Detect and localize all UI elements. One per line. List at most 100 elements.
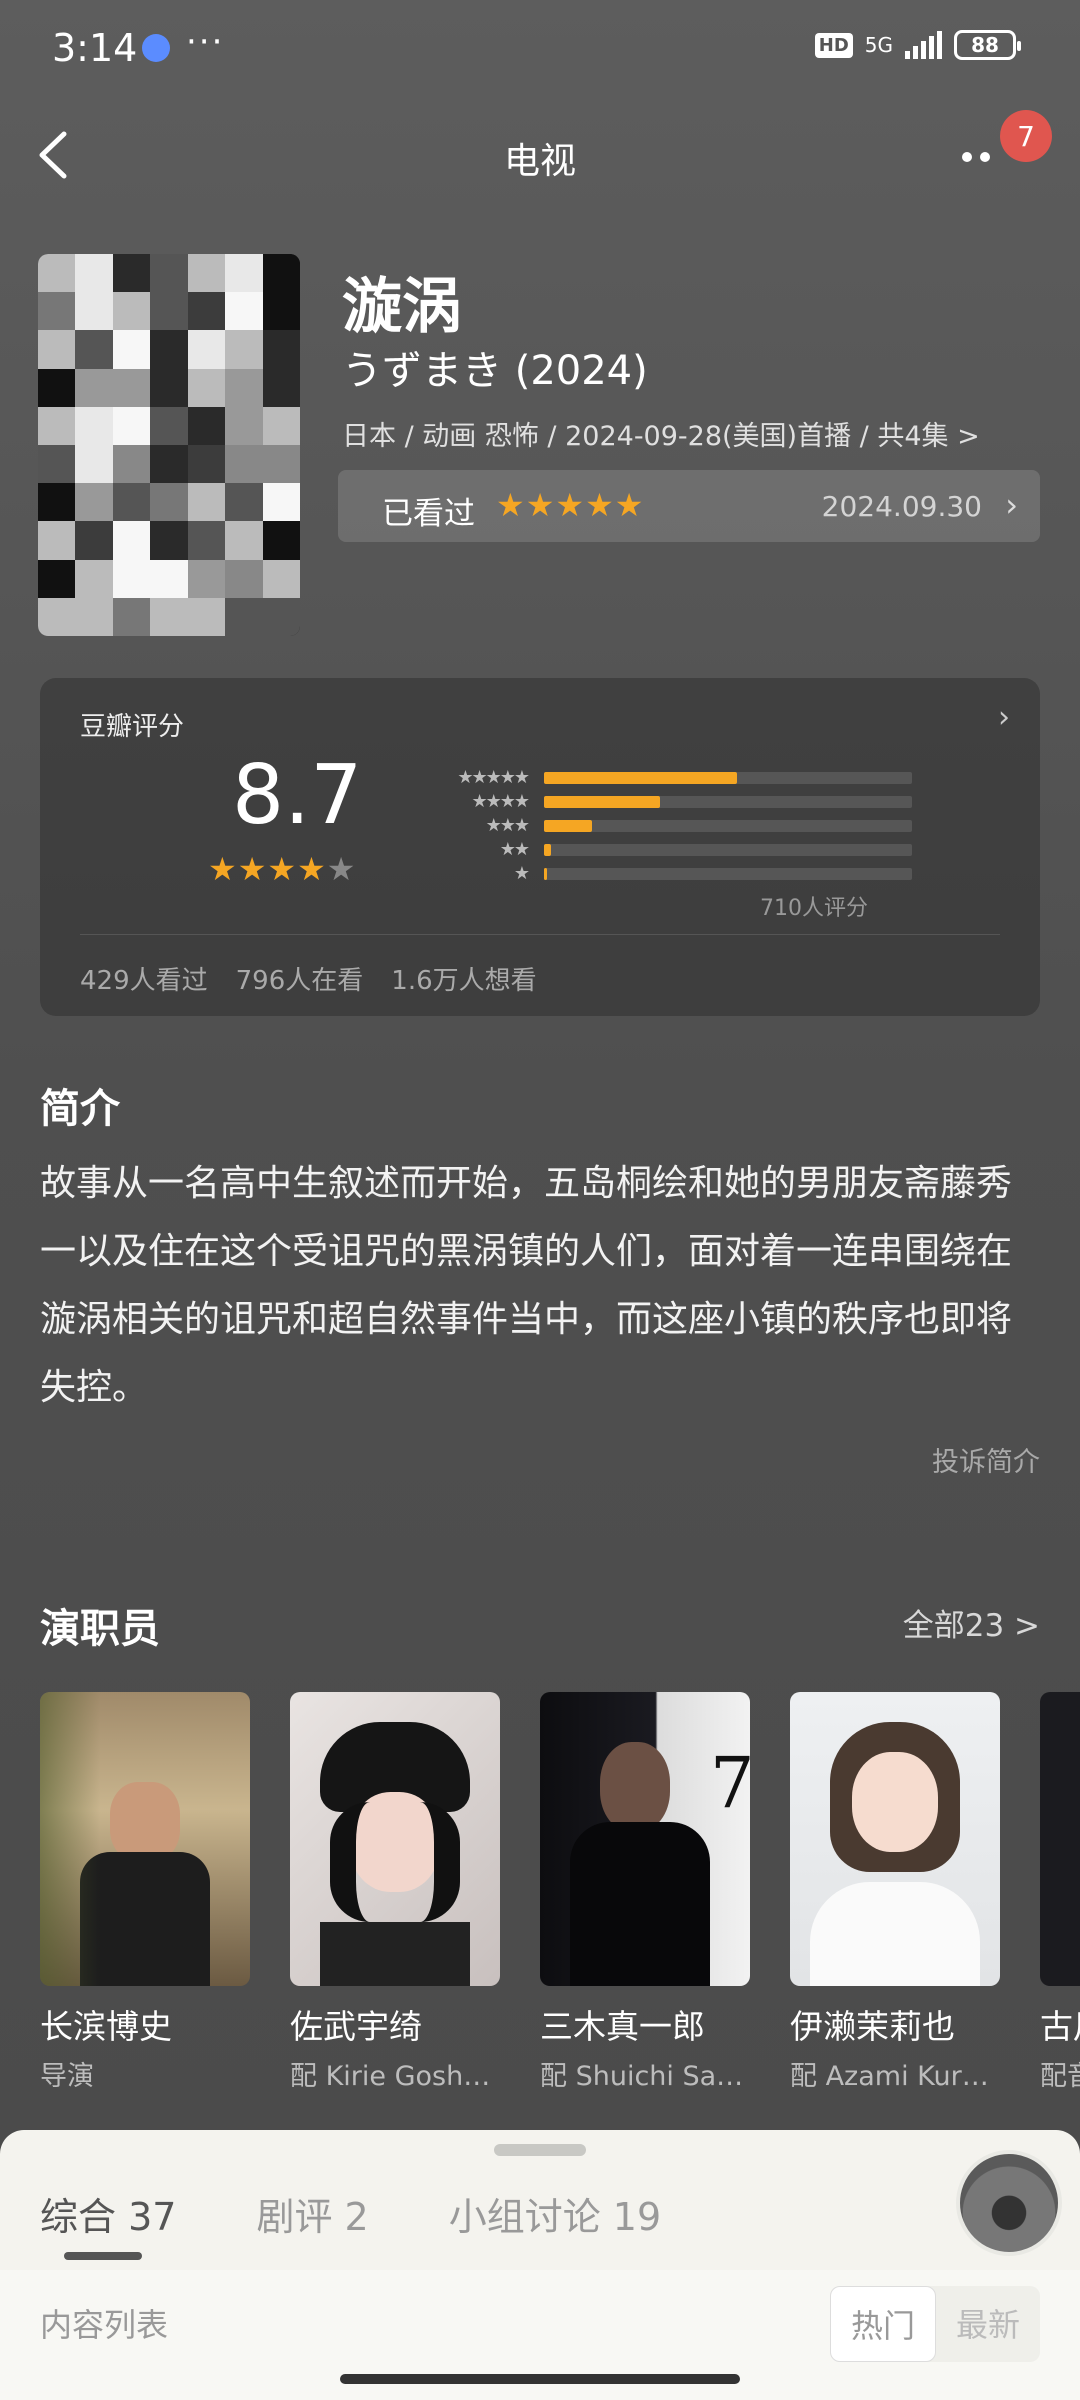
network-label: 5G xyxy=(865,33,893,57)
poster-pixel xyxy=(263,521,300,559)
poster-pixel xyxy=(225,598,262,636)
active-tab-indicator xyxy=(64,2252,142,2260)
more-icon[interactable] xyxy=(962,142,1002,172)
cast-card[interactable]: 长滨博史 导演 xyxy=(40,1692,250,2093)
poster-pixel xyxy=(263,330,300,368)
cast-photo: 7 xyxy=(540,1692,750,1986)
distribution-row: ★★ xyxy=(396,838,916,862)
distribution-stars: ★★★★★ xyxy=(457,766,528,790)
poster-pixel xyxy=(75,445,112,483)
poster-pixel xyxy=(188,598,225,636)
poster-pixel xyxy=(188,330,225,368)
cast-name: 佐武宇绮 xyxy=(290,2000,500,2048)
cast-card[interactable]: 古川 配音 xyxy=(1040,1692,1080,2093)
synopsis-heading: 简介 xyxy=(40,1076,120,1134)
poster-pixel xyxy=(188,369,225,407)
poster-pixel xyxy=(75,483,112,521)
bottom-sheet[interactable]: 综合 37 剧评 2 小组讨论 19 内容列表 热门 最新 xyxy=(0,2130,1080,2400)
avatar[interactable] xyxy=(956,2150,1062,2256)
cast-name: 三木真一郎 xyxy=(540,2000,750,2048)
distribution-row: ★★★ xyxy=(396,814,916,838)
show-title: 漩涡 xyxy=(342,258,462,345)
tab-overview[interactable]: 综合 37 xyxy=(40,2186,176,2241)
synopsis-text[interactable]: 故事从一名高中生叙述而开始，五岛桐绘和她的男朋友斋藤秀一以及住在这个受诅咒的黑涡… xyxy=(40,1150,1040,1422)
cast-role: 配 Kirie Gosh… xyxy=(290,2054,500,2093)
distribution-row: ★★★★★ xyxy=(396,766,916,790)
home-indicator[interactable] xyxy=(340,2374,740,2384)
poster-pixel xyxy=(75,292,112,330)
cast-role: 配音 xyxy=(1040,2054,1080,2093)
poster-pixel xyxy=(225,254,262,292)
rating-distribution: ★★★★★★★★★★★★★★★ xyxy=(396,766,916,886)
poster-pixel xyxy=(188,521,225,559)
cast-role: 配 Shuichi Sa… xyxy=(540,2054,750,2093)
my-rating-stars: ★★★★★ xyxy=(496,486,644,524)
poster-pixel xyxy=(225,369,262,407)
distribution-bar xyxy=(544,868,547,880)
poster-pixel xyxy=(225,445,262,483)
poster-pixel xyxy=(150,560,187,598)
distribution-stars: ★★★ xyxy=(486,814,528,838)
poster-pixel xyxy=(113,407,150,445)
poster-pixel xyxy=(113,521,150,559)
poster-pixel xyxy=(150,292,187,330)
wish-count[interactable]: 1.6万人想看 xyxy=(391,960,536,997)
filter-hot[interactable]: 热门 xyxy=(830,2286,936,2362)
poster-pixel xyxy=(225,483,262,521)
distribution-row: ★★★★ xyxy=(396,790,916,814)
cast-card[interactable]: 7 三木真一郎 配 Shuichi Sa… xyxy=(540,1692,750,2093)
tab-group-discussion[interactable]: 小组讨论 19 xyxy=(449,2186,661,2241)
cast-card[interactable]: 伊濑茉莉也 配 Azami Kur… xyxy=(790,1692,1000,2093)
status-bar: 3:14 ··· HD 5G 88 xyxy=(0,0,1080,100)
poster-image[interactable] xyxy=(38,254,300,636)
poster-pixel xyxy=(150,483,187,521)
distribution-row: ★ xyxy=(396,862,916,886)
poster-pixel xyxy=(38,369,75,407)
show-meta[interactable]: 日本 / 动画 恐怖 / 2024-09-28(美国)首播 / 共4集 > xyxy=(342,414,980,453)
cast-list: 长滨博史 导演 佐武宇绮 配 Kirie Gosh… 7 三木真一郎 配 Shu… xyxy=(40,1692,1080,2112)
poster-pixel xyxy=(225,521,262,559)
poster-pixel xyxy=(263,254,300,292)
filter-new[interactable]: 最新 xyxy=(936,2286,1040,2362)
cast-all-link[interactable]: 全部23 > xyxy=(903,1600,1040,1645)
watching-count[interactable]: 796人在看 xyxy=(236,960,364,997)
report-synopsis-link[interactable]: 投诉简介 xyxy=(932,1440,1040,1479)
poster-pixel xyxy=(38,407,75,445)
cast-role: 配 Azami Kur… xyxy=(790,2054,1000,2093)
poster-pixel xyxy=(225,292,262,330)
cast-name: 伊濑茉莉也 xyxy=(790,2000,1000,2048)
poster-pixel xyxy=(75,560,112,598)
rating-stats: 429人看过 796人在看 1.6万人想看 xyxy=(80,960,537,997)
douban-rating-card[interactable]: 豆瓣评分 › 8.7 ★★★★★ ★★★★★★★★★★★★★★★ 710人评分 … xyxy=(40,678,1040,1016)
hd-icon: HD xyxy=(815,33,853,58)
poster-pixel xyxy=(263,445,300,483)
status-indicators: HD 5G 88 xyxy=(815,30,1016,60)
cast-photo xyxy=(790,1692,1000,1986)
rating-stars-full: ★★★★ xyxy=(208,850,327,888)
watched-status-bar[interactable]: 已看过 ★★★★★ 2024.09.30 › xyxy=(338,470,1040,542)
sheet-drag-handle[interactable] xyxy=(494,2144,586,2156)
distribution-track xyxy=(544,796,912,808)
poster-pixel xyxy=(263,483,300,521)
poster-pixel xyxy=(188,292,225,330)
poster-pixel xyxy=(75,407,112,445)
poster-pixel xyxy=(38,521,75,559)
tab-reviews[interactable]: 剧评 2 xyxy=(256,2186,368,2241)
notification-badge[interactable]: 7 xyxy=(1000,110,1052,162)
poster-pixel xyxy=(38,483,75,521)
poster-pixel xyxy=(38,445,75,483)
poster-pixel xyxy=(150,369,187,407)
poster-pixel xyxy=(113,598,150,636)
cast-card[interactable]: 佐武宇绮 配 Kirie Gosh… xyxy=(290,1692,500,2093)
status-time: 3:14 xyxy=(52,26,137,70)
poster-pixel xyxy=(38,254,75,292)
distribution-bar xyxy=(544,796,660,808)
battery-level: 88 xyxy=(971,33,999,57)
rating-score: 8.7 xyxy=(232,748,362,843)
distribution-bar xyxy=(544,772,737,784)
poster-pixel xyxy=(113,254,150,292)
rating-title: 豆瓣评分 xyxy=(80,706,184,743)
poster-pixel xyxy=(150,521,187,559)
watched-count[interactable]: 429人看过 xyxy=(80,960,208,997)
poster-pixel xyxy=(75,369,112,407)
